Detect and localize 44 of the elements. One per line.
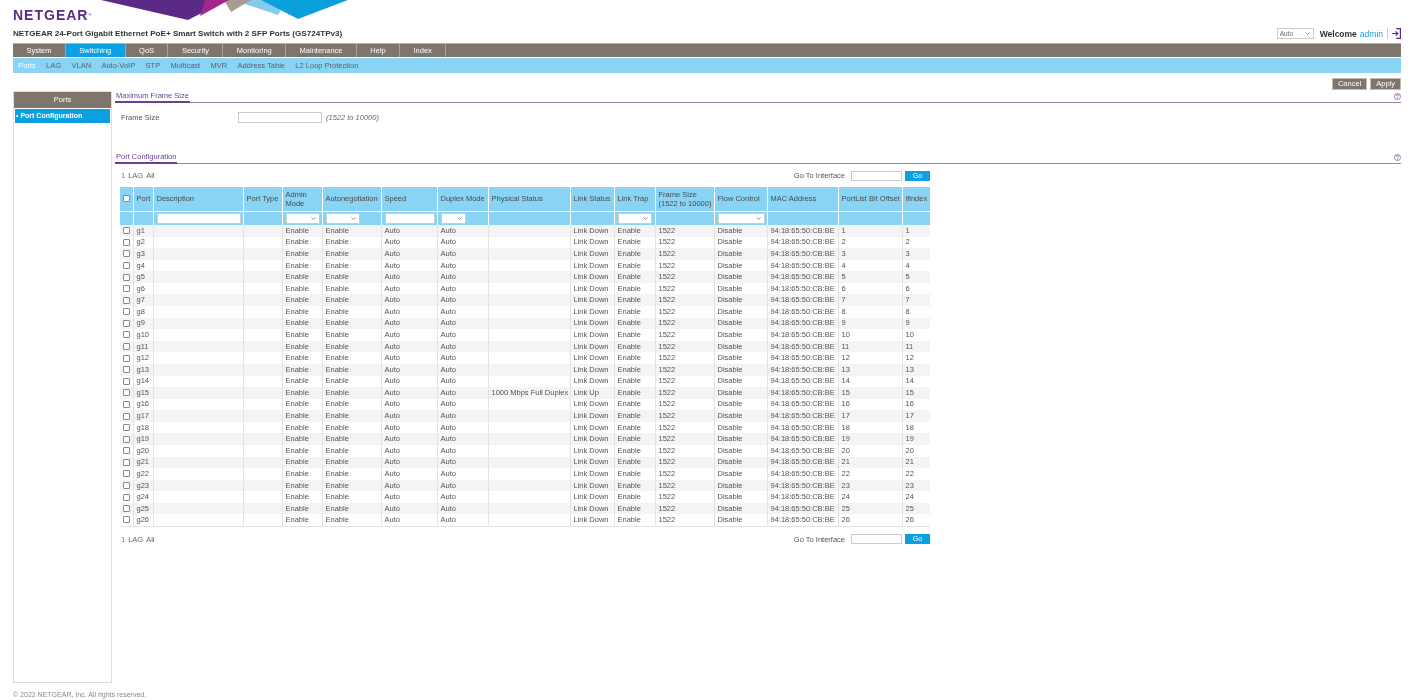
chevron-down-icon [456, 216, 462, 220]
row-checkbox[interactable] [123, 285, 130, 293]
row-checkbox[interactable] [123, 319, 130, 327]
chevron-down-icon [642, 216, 648, 220]
row-checkbox[interactable] [123, 412, 130, 420]
select-all-checkbox[interactable] [123, 195, 130, 203]
row-checkbox[interactable] [123, 435, 130, 443]
row-checkbox[interactable] [123, 343, 130, 351]
row-checkbox[interactable] [123, 354, 130, 362]
row-checkbox[interactable] [123, 516, 130, 524]
row-checkbox[interactable] [123, 250, 130, 258]
filter-field[interactable] [156, 212, 241, 224]
welcome-text: Welcome [1319, 28, 1357, 39]
row-checkbox[interactable] [123, 273, 130, 281]
row-checkbox[interactable] [123, 238, 130, 246]
row-checkbox[interactable] [123, 470, 130, 478]
row-checkbox[interactable] [123, 482, 130, 489]
help-icon[interactable] [1394, 154, 1401, 161]
chevron-down-icon [310, 216, 316, 220]
row-checkbox[interactable] [123, 389, 130, 397]
row-checkbox[interactable] [123, 458, 130, 466]
row-checkbox[interactable] [123, 227, 130, 235]
frame-size-field[interactable] [238, 112, 322, 123]
row-checkbox[interactable] [123, 505, 130, 513]
row-checkbox[interactable] [123, 493, 130, 501]
filter-field[interactable] [384, 212, 435, 224]
row-checkbox[interactable] [123, 262, 130, 269]
device-title: NETGEAR 24-Port Gigabit Ethernet PoE+ Smart Switch with 2 SFP Ports (GS724TPv3) [13, 29, 343, 38]
user-link[interactable]: admin [1359, 28, 1383, 39]
chevron-down-icon [755, 216, 761, 220]
row-checkbox[interactable] [123, 366, 130, 374]
row-checkbox[interactable] [123, 447, 130, 455]
row-checkbox[interactable] [123, 296, 130, 304]
row-checkbox[interactable] [123, 308, 130, 316]
row-checkbox[interactable] [123, 400, 130, 408]
chevron-down-icon [350, 216, 356, 220]
interface-field[interactable] [851, 170, 902, 181]
chevron-down-icon [1304, 32, 1310, 35]
help-icon[interactable] [1394, 93, 1401, 100]
row-checkbox[interactable] [123, 424, 130, 432]
row-checkbox[interactable] [123, 377, 130, 385]
logout-icon[interactable] [1392, 28, 1401, 39]
row-checkbox[interactable] [123, 331, 130, 339]
interface-field[interactable] [851, 534, 902, 545]
